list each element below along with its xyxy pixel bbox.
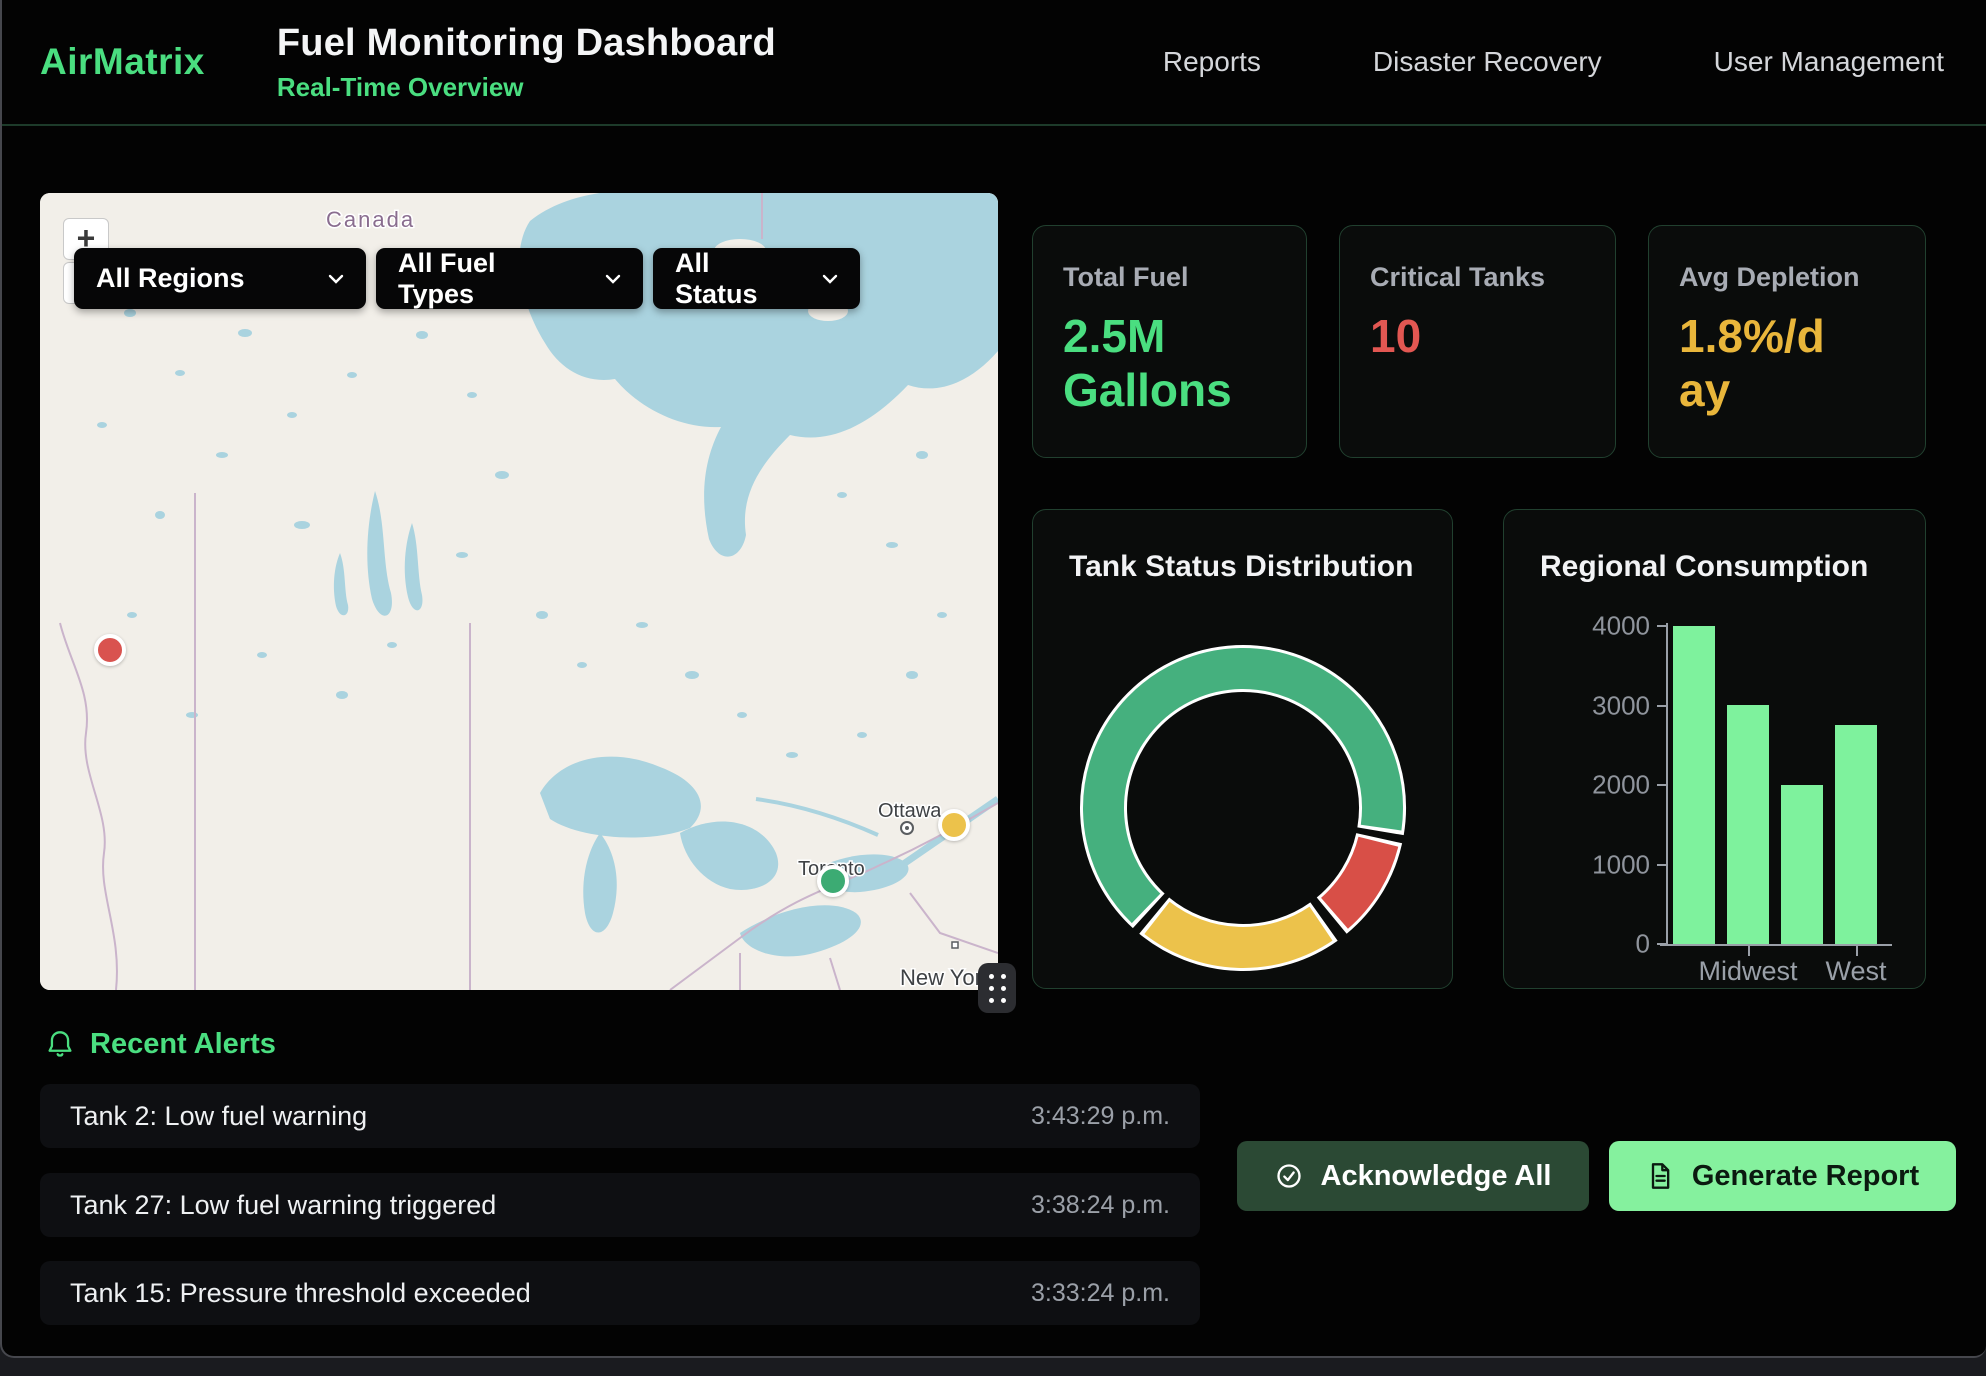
acknowledge-all-label: Acknowledge All xyxy=(1321,1160,1552,1193)
alert-row[interactable]: Tank 2: Low fuel warning 3:43:29 p.m. xyxy=(40,1084,1200,1148)
alert-row[interactable]: Tank 27: Low fuel warning triggered 3:38… xyxy=(40,1173,1200,1237)
nav-user-management[interactable]: User Management xyxy=(1714,46,1944,78)
header: AirMatrix Fuel Monitoring Dashboard Real… xyxy=(2,0,1986,126)
generate-report-label: Generate Report xyxy=(1692,1160,1919,1193)
main-nav: Reports Disaster Recovery User Managemen… xyxy=(1163,46,1944,78)
stat-card-critical-tanks: Critical Tanks 10 xyxy=(1339,225,1616,458)
stat-value: 2.5M Gallons xyxy=(1063,309,1263,418)
app-logo: AirMatrix xyxy=(40,41,205,83)
alerts-header: Recent Alerts xyxy=(46,1028,276,1061)
chevron-down-icon xyxy=(328,274,344,284)
chart-title: Tank Status Distribution xyxy=(1033,510,1452,584)
fuel-type-filter-value: All Fuel Types xyxy=(398,248,579,310)
bell-icon xyxy=(46,1030,74,1060)
nav-disaster-recovery[interactable]: Disaster Recovery xyxy=(1373,46,1602,78)
regional-consumption-card: Regional Consumption 01000200030004000 M… xyxy=(1503,509,1926,989)
tank-marker-normal[interactable] xyxy=(817,865,849,897)
x-tick-label: Midwest xyxy=(1698,956,1797,987)
stat-value: 10 xyxy=(1370,309,1585,363)
city-dot-new-york xyxy=(952,942,958,948)
city-dot-ottawa-core xyxy=(905,826,909,830)
stat-card-avg-depletion: Avg Depletion 1.8%/day xyxy=(1648,225,1926,458)
status-filter-dropdown[interactable]: All Status xyxy=(653,248,860,309)
stat-card-total-fuel: Total Fuel 2.5M Gallons xyxy=(1032,225,1307,458)
check-circle-icon xyxy=(1275,1162,1303,1190)
title-block: Fuel Monitoring Dashboard Real-Time Over… xyxy=(277,22,776,103)
alert-message: Tank 27: Low fuel warning triggered xyxy=(70,1190,1031,1221)
chevron-down-icon xyxy=(822,274,838,284)
status-filter-value: All Status xyxy=(675,248,796,310)
alert-message: Tank 2: Low fuel warning xyxy=(70,1101,1031,1132)
map-filters: All Regions All Fuel Types All Status xyxy=(74,248,860,309)
stat-label: Avg Depletion xyxy=(1679,262,1895,293)
page-subtitle: Real-Time Overview xyxy=(277,72,776,103)
acknowledge-all-button[interactable]: Acknowledge All xyxy=(1237,1141,1589,1211)
x-tick-label: West xyxy=(1825,956,1886,987)
page-title: Fuel Monitoring Dashboard xyxy=(277,22,776,65)
region-filter-value: All Regions xyxy=(96,263,302,294)
tank-status-donut-chart xyxy=(1073,638,1413,978)
chevron-down-icon xyxy=(605,274,621,284)
tank-marker-warning[interactable] xyxy=(938,809,970,841)
alert-time: 3:33:24 p.m. xyxy=(1031,1279,1170,1308)
alert-time: 3:38:24 p.m. xyxy=(1031,1191,1170,1220)
stat-label: Total Fuel xyxy=(1063,262,1276,293)
nav-reports[interactable]: Reports xyxy=(1163,46,1261,78)
map-label-ottawa: Ottawa xyxy=(878,800,942,822)
map-resize-handle[interactable] xyxy=(978,963,1016,1013)
alert-message: Tank 15: Pressure threshold exceeded xyxy=(70,1278,1031,1309)
document-icon xyxy=(1646,1162,1674,1190)
alerts-title: Recent Alerts xyxy=(90,1028,276,1061)
dashboard-app: AirMatrix Fuel Monitoring Dashboard Real… xyxy=(0,0,1986,1358)
alert-time: 3:43:29 p.m. xyxy=(1031,1102,1170,1131)
map-label-canada: Canada xyxy=(326,207,415,232)
region-filter-dropdown[interactable]: All Regions xyxy=(74,248,366,309)
tank-marker-critical[interactable] xyxy=(94,634,126,666)
generate-report-button[interactable]: Generate Report xyxy=(1609,1141,1956,1211)
stat-label: Critical Tanks xyxy=(1370,262,1585,293)
grip-dots-icon xyxy=(989,974,1006,1003)
fuel-type-filter-dropdown[interactable]: All Fuel Types xyxy=(376,248,643,309)
fuel-map[interactable]: Canada Ottawa Toronto New York + − All R… xyxy=(40,193,998,990)
bar-chart-x-labels: Midwest West xyxy=(1504,510,1925,988)
map-canvas: Canada Ottawa Toronto New York xyxy=(40,193,998,990)
alert-row[interactable]: Tank 15: Pressure threshold exceeded 3:3… xyxy=(40,1261,1200,1325)
tank-status-card: Tank Status Distribution xyxy=(1032,509,1453,989)
stat-value: 1.8%/day xyxy=(1679,309,1829,418)
